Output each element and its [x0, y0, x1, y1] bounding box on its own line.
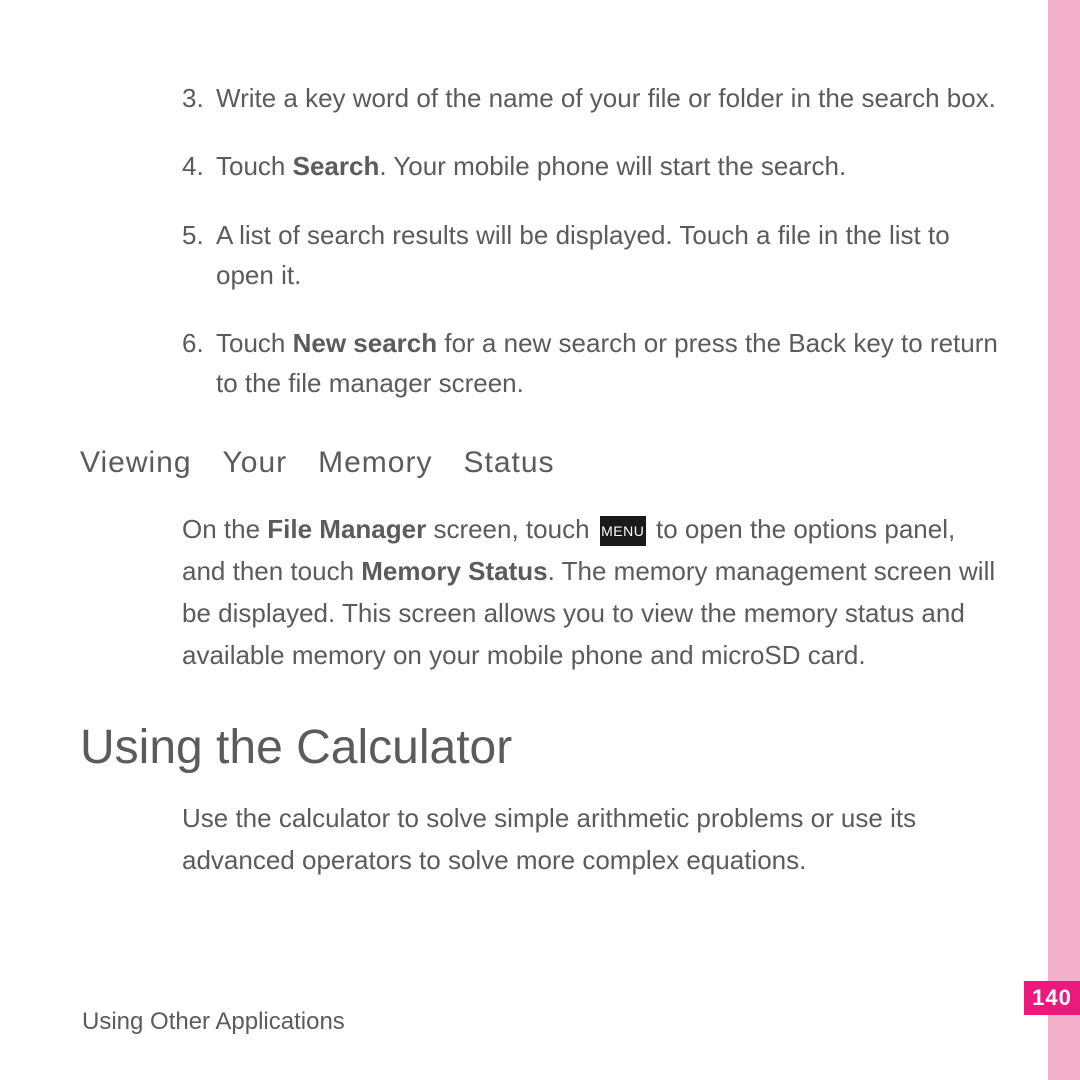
step-text: Touch New search for a new search or pre…: [216, 323, 1000, 404]
step-number: 3.: [182, 78, 216, 118]
text-span: Touch: [216, 328, 293, 358]
main-heading-calculator: Using the Calculator: [80, 720, 1000, 775]
text-span: screen, touch: [426, 514, 597, 544]
bold-new-search: New search: [293, 328, 438, 358]
step-number: 6.: [182, 323, 216, 404]
step-number: 5.: [182, 215, 216, 296]
step-text: Touch Search. Your mobile phone will sta…: [216, 146, 1000, 186]
menu-key-icon: MENU: [600, 516, 646, 546]
section-heading-memory-status: Viewing Your Memory Status: [80, 446, 1000, 480]
footer-chapter-label: Using Other Applications: [82, 1008, 345, 1036]
page-content: 3. Write a key word of the name of your …: [80, 78, 1000, 881]
main-paragraph: Use the calculator to solve simple arith…: [80, 797, 1000, 881]
step-number: 4.: [182, 146, 216, 186]
page-number-badge: 140: [1024, 981, 1080, 1015]
side-accent-bar: [1048, 0, 1080, 1080]
step-text: Write a key word of the name of your fil…: [216, 78, 1000, 118]
bold-memory-status: Memory Status: [361, 556, 547, 586]
step-3: 3. Write a key word of the name of your …: [80, 78, 1000, 118]
step-6: 6. Touch New search for a new search or …: [80, 323, 1000, 404]
step-5: 5. A list of search results will be disp…: [80, 215, 1000, 296]
text-span: On the: [182, 514, 267, 544]
step-text: A list of search results will be display…: [216, 215, 1000, 296]
text-span: Touch: [216, 151, 293, 181]
bold-search: Search: [293, 151, 380, 181]
bold-file-manager: File Manager: [267, 514, 426, 544]
section-paragraph: On the File Manager screen, touch MENU t…: [80, 508, 1000, 676]
text-span: . Your mobile phone will start the searc…: [379, 151, 846, 181]
step-4: 4. Touch Search. Your mobile phone will …: [80, 146, 1000, 186]
